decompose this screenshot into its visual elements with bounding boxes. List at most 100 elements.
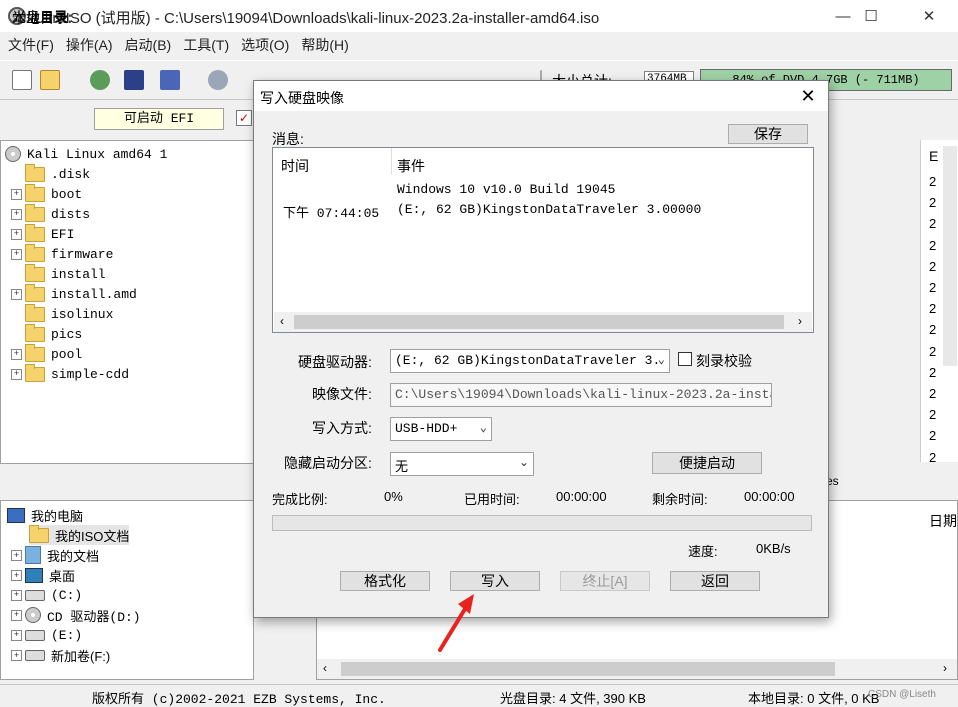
drive-select[interactable]: (E:, 62 GB)KingstonDataTraveler 3. ⌄ — [390, 349, 670, 373]
menu-bootable[interactable]: 启动(B) — [119, 35, 178, 55]
expand-icon[interactable]: + — [11, 629, 22, 641]
tree-item-install[interactable]: install — [11, 263, 106, 284]
local-directory-tree[interactable]: 我的电脑 我的ISO文档 + 我的文档 + 桌面 + (C:) + CD 驱动器… — [0, 500, 254, 680]
hidden-partition-select[interactable]: 无 ⌄ — [390, 452, 534, 476]
expand-icon[interactable]: + — [11, 649, 22, 661]
scroll-left-icon[interactable]: ‹ — [323, 661, 327, 675]
horizontal-scrollbar[interactable]: ‹ › — [317, 659, 957, 679]
list-item[interactable]: 2 — [929, 322, 936, 337]
extract-icon[interactable] — [90, 70, 110, 90]
event-column-header[interactable]: 事件 — [397, 156, 425, 176]
verify-checkbox[interactable] — [678, 352, 692, 366]
cd-file-list[interactable]: E 2 2 2 2 2 2 2 2 2 2 2 2 2 2 — [920, 140, 958, 465]
list-item[interactable]: 2 — [929, 280, 936, 295]
tree-item-drive-e[interactable]: + (E:) — [11, 625, 82, 645]
expand-icon[interactable]: + — [11, 208, 22, 220]
verify-label: 刻录校验 — [696, 353, 752, 369]
tree-item-dists[interactable]: + dists — [11, 203, 90, 224]
expand-icon[interactable]: + — [11, 348, 22, 360]
list-item[interactable]: 2 — [929, 407, 936, 422]
expand-icon[interactable]: + — [11, 288, 22, 300]
tree-item-simple-cdd[interactable]: + simple-cdd — [11, 363, 129, 384]
expand-icon[interactable]: + — [11, 228, 22, 240]
scrollbar-thumb[interactable] — [294, 315, 784, 329]
folder-icon — [25, 183, 45, 202]
tree-item-pics[interactable]: pics — [11, 323, 82, 344]
expand-icon[interactable]: + — [11, 569, 22, 581]
scroll-right-icon[interactable]: › — [798, 314, 802, 328]
tree-item-my-docs[interactable]: + 我的文档 — [11, 545, 99, 565]
checkmark-icon[interactable]: ✓ — [236, 110, 252, 126]
column-header[interactable]: E — [929, 148, 938, 164]
list-item[interactable]: 2 — [929, 195, 936, 210]
tree-item-cd-drive[interactable]: + CD 驱动器(D:) — [11, 605, 141, 625]
tree-item-efi[interactable]: + EFI — [11, 223, 74, 244]
tree-item-label: firmware — [51, 246, 114, 262]
tree-item-disk[interactable]: .disk — [11, 163, 90, 184]
list-item[interactable]: 2 — [929, 428, 936, 443]
back-button[interactable]: 返回 — [670, 571, 760, 591]
abort-button[interactable]: 终止[A] — [560, 571, 650, 591]
menu-file[interactable]: 文件(F) — [2, 35, 60, 55]
save-as-icon[interactable] — [160, 70, 180, 90]
tree-item-pool[interactable]: + pool — [11, 343, 82, 364]
tree-item-drive-c[interactable]: + (C:) — [11, 585, 82, 605]
tree-item-my-computer[interactable]: 我的电脑 — [7, 505, 83, 525]
expand-icon[interactable]: + — [11, 188, 22, 200]
date-column-header[interactable]: 日期 — [929, 511, 957, 531]
open-folder-icon[interactable] — [40, 70, 60, 90]
close-window-button[interactable]: ✕ — [906, 0, 952, 32]
vertical-scrollbar[interactable] — [943, 146, 957, 366]
list-item[interactable]: 2 — [929, 344, 936, 359]
tree-item-label: 新加卷(F:) — [51, 648, 111, 664]
list-item[interactable]: 2 — [929, 386, 936, 401]
message-log[interactable]: 时间 事件 下午 07:44:05 Windows 10 v10.0 Build… — [272, 147, 814, 333]
scrollbar-thumb[interactable] — [341, 662, 835, 676]
maximize-button[interactable]: ☐ — [848, 0, 894, 32]
expand-icon[interactable]: + — [11, 368, 22, 380]
list-item[interactable]: 2 — [929, 450, 936, 465]
menu-help[interactable]: 帮助(H) — [295, 35, 354, 55]
tree-item-isolinux[interactable]: isolinux — [11, 303, 113, 324]
save-icon[interactable] — [124, 70, 144, 90]
tree-item-install-amd[interactable]: + install.amd — [11, 283, 137, 304]
chevron-down-icon: ⌄ — [518, 455, 529, 469]
expand-icon[interactable]: + — [11, 248, 22, 260]
expand-icon[interactable]: + — [11, 589, 22, 601]
tree-item-my-iso-docs[interactable]: 我的ISO文档 — [29, 524, 130, 545]
save-button[interactable]: 保存 — [728, 124, 808, 144]
expand-icon[interactable]: + — [11, 609, 22, 621]
list-item[interactable]: 2 — [929, 259, 936, 274]
burn-icon[interactable] — [208, 70, 228, 90]
tree-item-desktop[interactable]: + 桌面 — [11, 565, 75, 585]
scroll-right-icon[interactable]: › — [943, 661, 947, 675]
menu-tools[interactable]: 工具(T) — [177, 35, 235, 55]
cd-directory-tree[interactable]: Kali Linux amd64 1 .disk + boot + dists + EFI +… — [0, 140, 254, 464]
image-file-field[interactable]: C:\Users\19094\Downloads\kali-linux-2023… — [390, 383, 772, 407]
tree-root[interactable]: Kali Linux amd64 1 — [5, 144, 167, 164]
time-column-header[interactable]: 时间 — [281, 156, 309, 176]
list-item[interactable]: 2 — [929, 365, 936, 380]
scroll-left-icon[interactable]: ‹ — [280, 314, 284, 328]
list-item[interactable]: 2 — [929, 238, 936, 253]
watermark: CSDN @Liseth — [868, 689, 936, 700]
tree-item-firmware[interactable]: + firmware — [11, 243, 114, 264]
list-item[interactable]: 2 — [929, 216, 936, 231]
log-horizontal-scrollbar[interactable]: ‹ › — [274, 312, 812, 332]
tree-item-drive-f[interactable]: + 新加卷(F:) — [11, 645, 110, 665]
write-method-value: USB-HDD+ — [395, 421, 458, 436]
status-bar: 版权所有 (c)2002-2021 EZB Systems, Inc. 光盘目录… — [0, 684, 958, 707]
format-button[interactable]: 格式化 — [340, 571, 430, 591]
dialog-close-button[interactable]: ✕ — [794, 83, 822, 109]
list-item[interactable]: 2 — [929, 301, 936, 316]
menu-options[interactable]: 选项(O) — [235, 35, 295, 55]
tree-item-boot[interactable]: + boot — [11, 183, 82, 204]
list-item[interactable]: 2 — [929, 174, 936, 189]
new-file-icon[interactable] — [12, 70, 32, 90]
write-method-select[interactable]: USB-HDD+ ⌄ — [390, 417, 492, 441]
expand-icon[interactable]: + — [11, 549, 22, 561]
write-button[interactable]: 写入 — [450, 571, 540, 591]
menu-actions[interactable]: 操作(A) — [60, 35, 119, 55]
quick-boot-button[interactable]: 便捷启动 — [652, 452, 762, 474]
progress-bar — [272, 515, 812, 531]
